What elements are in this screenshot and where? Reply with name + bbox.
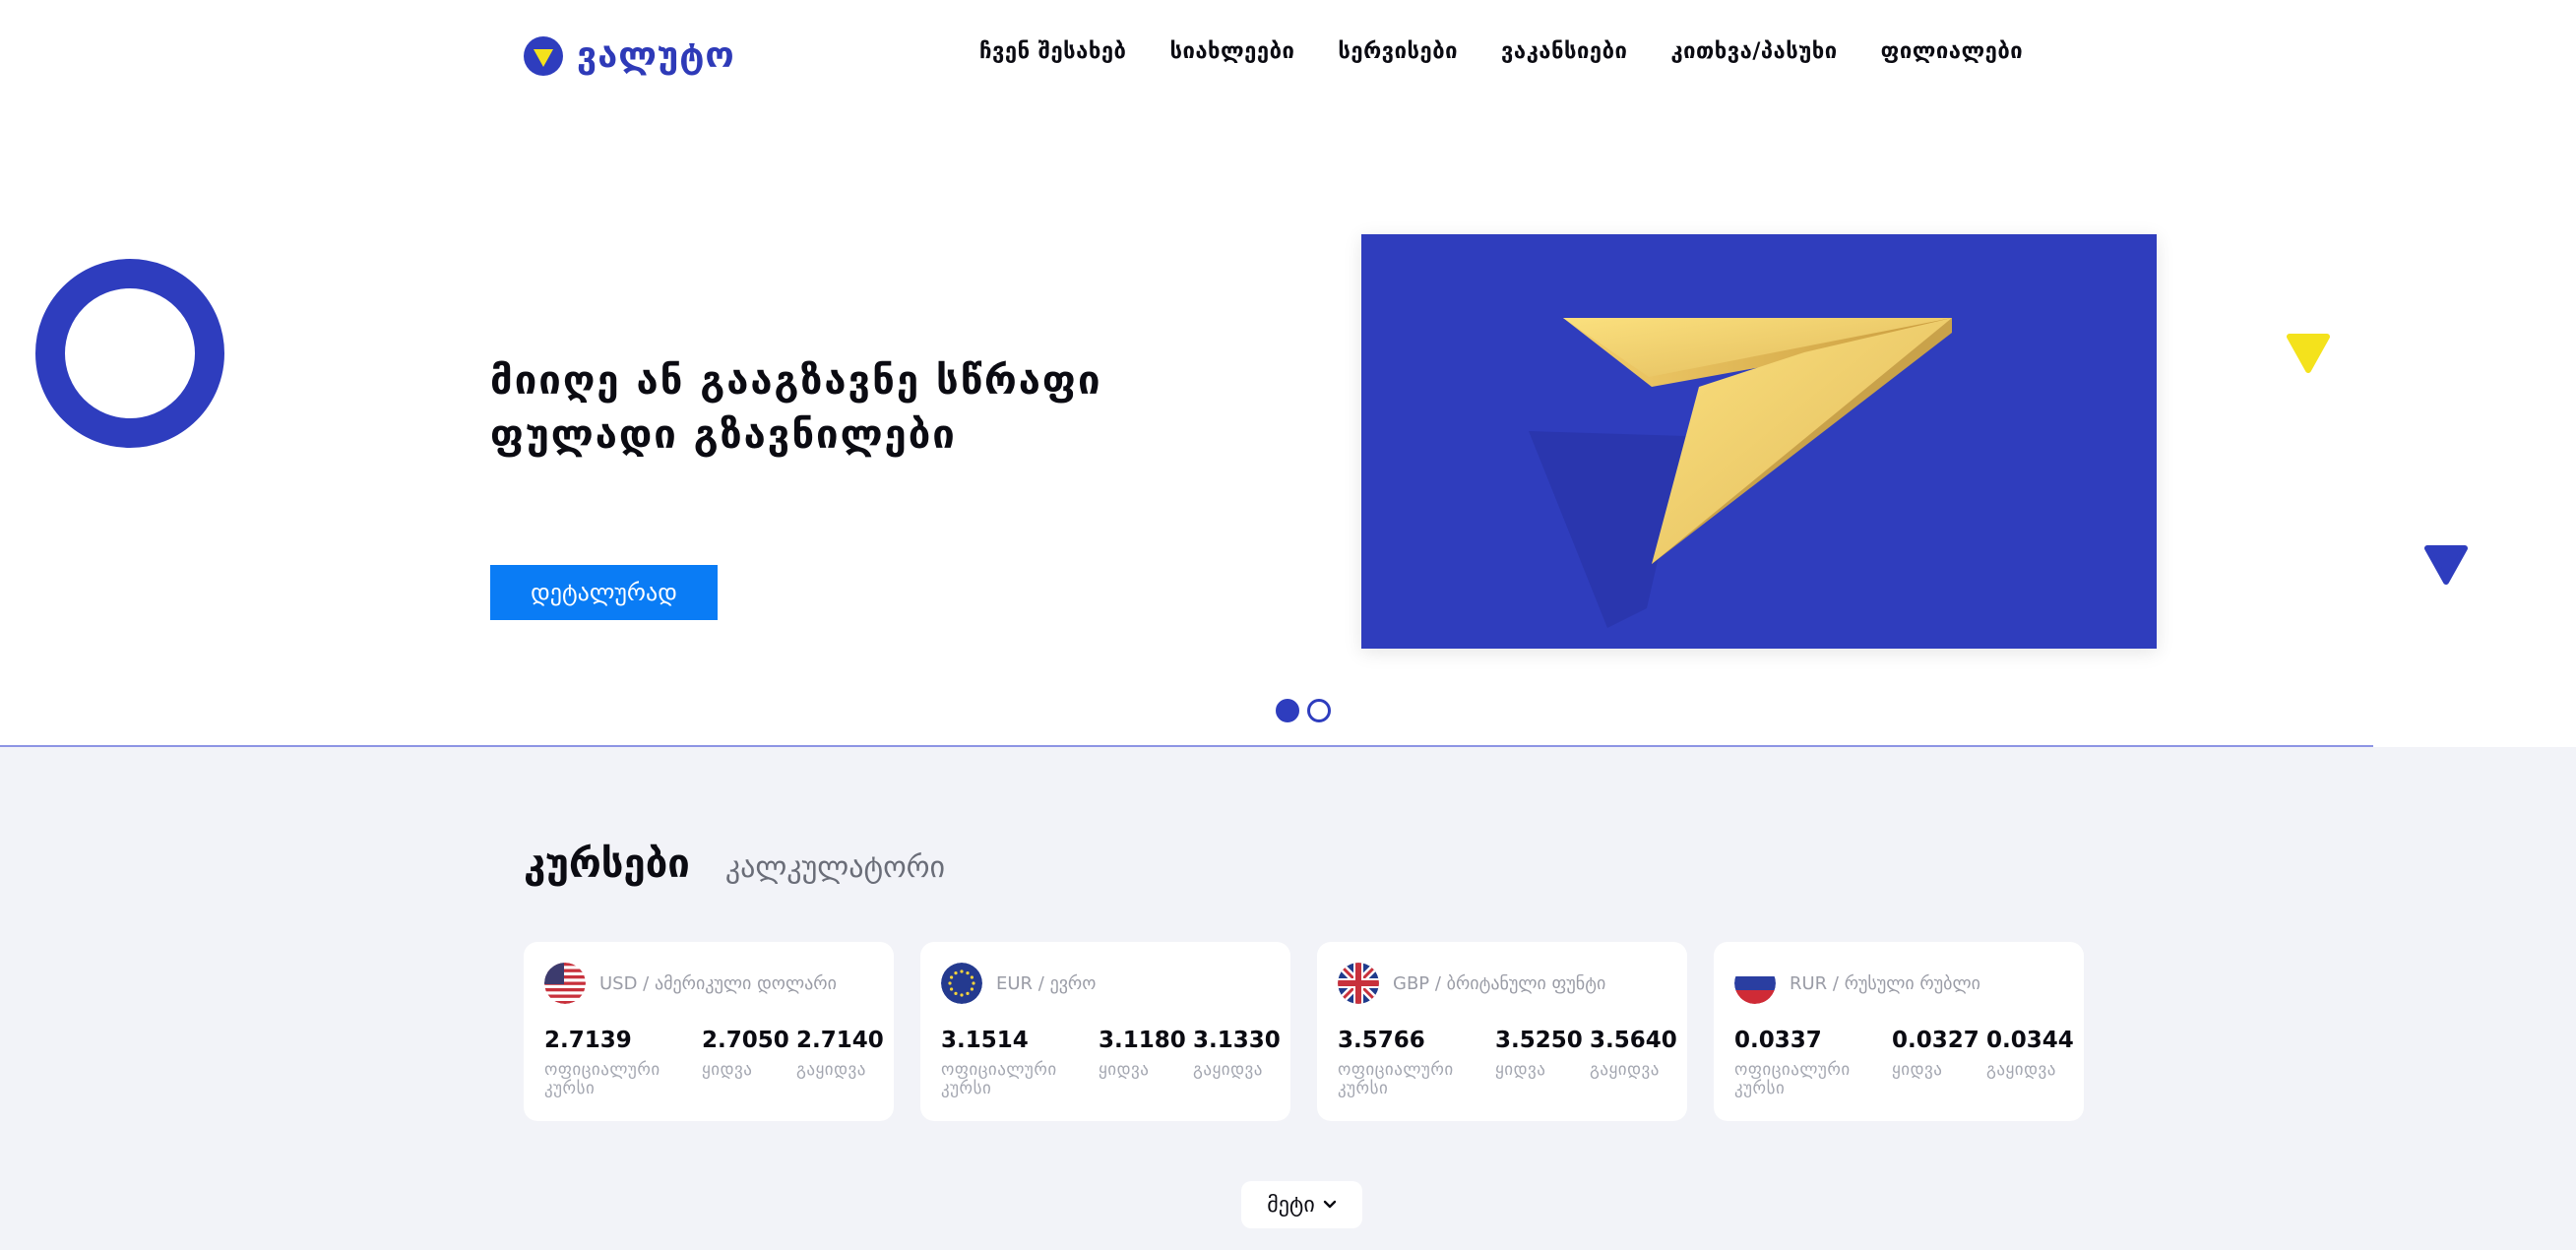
official-rate-value: 3.5766: [1338, 1028, 1425, 1053]
sell-rate-label: გაყიდვა: [1986, 1060, 2056, 1080]
logo[interactable]: ვალუტო: [524, 35, 735, 76]
hero-title-line-2: ფულადი გზავნილები: [490, 412, 957, 458]
site-header: ვალუტო ჩვენ შესახებ სიახლეები სერვისები …: [0, 0, 2576, 113]
official-rate-label: ოფიციალური კურსი: [544, 1060, 660, 1098]
rates-tabs: კურსები კალკულატორი: [524, 842, 945, 887]
sell-rate-value: 2.7140: [796, 1028, 884, 1053]
send-arrow-icon: [1529, 318, 1952, 628]
logo-text: ვალუტო: [577, 35, 735, 76]
sell-rate-label: გაყიდვა: [796, 1060, 866, 1080]
buy-rate-label: ყიდვა: [1892, 1060, 1943, 1080]
official-rate-value: 3.1514: [941, 1028, 1029, 1053]
nav-item-vacancies[interactable]: ვაკანსიები: [1501, 39, 1627, 64]
nav-item-news[interactable]: სიახლეები: [1169, 39, 1294, 64]
currency-name: USD / ამერიკული დოლარი: [599, 972, 837, 994]
sell-rate-value: 0.0344: [1986, 1028, 2074, 1053]
chevron-down-icon: [1323, 1200, 1336, 1209]
slider-dot-1[interactable]: [1276, 699, 1299, 722]
buy-rate-value: 3.1180: [1099, 1028, 1186, 1053]
logo-mark-icon: [524, 35, 563, 76]
hero-title: მიიღე ან გააგზავნე სწრაფი ფულადი გზავნილ…: [490, 354, 1238, 463]
eu-flag-icon: [941, 963, 982, 1004]
slider-dot-2[interactable]: [1307, 699, 1331, 722]
decorative-ring: [35, 259, 224, 448]
official-rate-value: 2.7139: [544, 1028, 632, 1053]
sell-rate-label: გაყიდვა: [1590, 1060, 1660, 1080]
tab-rates[interactable]: კურსები: [524, 842, 690, 887]
official-rate-label: ოფიციალური კურსი: [1338, 1060, 1454, 1098]
nav-item-about[interactable]: ჩვენ შესახებ: [979, 39, 1126, 64]
currency-card-gbp: GBP / ბრიტანული ფუნტი 3.5766 3.5250 3.56…: [1317, 942, 1687, 1121]
decorative-blue-triangle: [2424, 545, 2468, 585]
buy-rate-value: 2.7050: [702, 1028, 789, 1053]
nav-item-services[interactable]: სერვისები: [1338, 39, 1458, 64]
sell-rate-label: გაყიდვა: [1193, 1060, 1263, 1080]
official-rate-label: ოფიციალური კურსი: [1734, 1060, 1851, 1098]
currency-card-usd: USD / ამერიკული დოლარი 2.7139 2.7050 2.7…: [524, 942, 894, 1121]
nav-item-faq[interactable]: კითხვა/პასუხი: [1670, 39, 1837, 64]
tab-calculator[interactable]: კალკულატორი: [725, 850, 945, 885]
official-rate-value: 0.0337: [1734, 1028, 1822, 1053]
buy-rate-label: ყიდვა: [702, 1060, 753, 1080]
currency-cards: USD / ამერიკული დოლარი 2.7139 2.7050 2.7…: [524, 942, 2084, 1121]
currency-name: EUR / ევრო: [996, 972, 1097, 994]
buy-rate-value: 0.0327: [1892, 1028, 1979, 1053]
sell-rate-value: 3.5640: [1590, 1028, 1677, 1053]
more-label: მეტი: [1267, 1192, 1315, 1218]
nav-item-branches[interactable]: ფილიალები: [1881, 39, 2023, 64]
currency-name: GBP / ბრიტანული ფუნტი: [1393, 972, 1606, 994]
buy-rate-label: ყიდვა: [1099, 1060, 1150, 1080]
currency-card-eur: EUR / ევრო 3.1514 3.1180 3.1330 ოფიციალუ…: [920, 942, 1290, 1121]
hero-title-line-1: მიიღე ან გააგზავნე სწრაფი: [490, 358, 1102, 404]
uk-flag-icon: [1338, 963, 1379, 1004]
russia-flag-icon: [1734, 963, 1776, 1004]
currency-name: RUR / რუსული რუბლი: [1790, 972, 1980, 994]
slider-dots: [1276, 699, 1331, 722]
buy-rate-value: 3.5250: [1495, 1028, 1583, 1053]
currency-card-rur: RUR / რუსული რუბლი 0.0337 0.0327 0.0344 …: [1714, 942, 2084, 1121]
usa-flag-icon: [544, 963, 586, 1004]
details-button[interactable]: დეტალურად: [490, 565, 718, 620]
decorative-yellow-triangle: [2287, 334, 2330, 373]
buy-rate-label: ყიდვა: [1495, 1060, 1546, 1080]
official-rate-label: ოფიციალური კურსი: [941, 1060, 1057, 1098]
main-nav: ჩვენ შესახებ სიახლეები სერვისები ვაკანსი…: [979, 39, 2023, 64]
more-button[interactable]: მეტი: [1241, 1181, 1362, 1228]
hero-banner-image: [1361, 234, 2157, 649]
sell-rate-value: 3.1330: [1193, 1028, 1281, 1053]
